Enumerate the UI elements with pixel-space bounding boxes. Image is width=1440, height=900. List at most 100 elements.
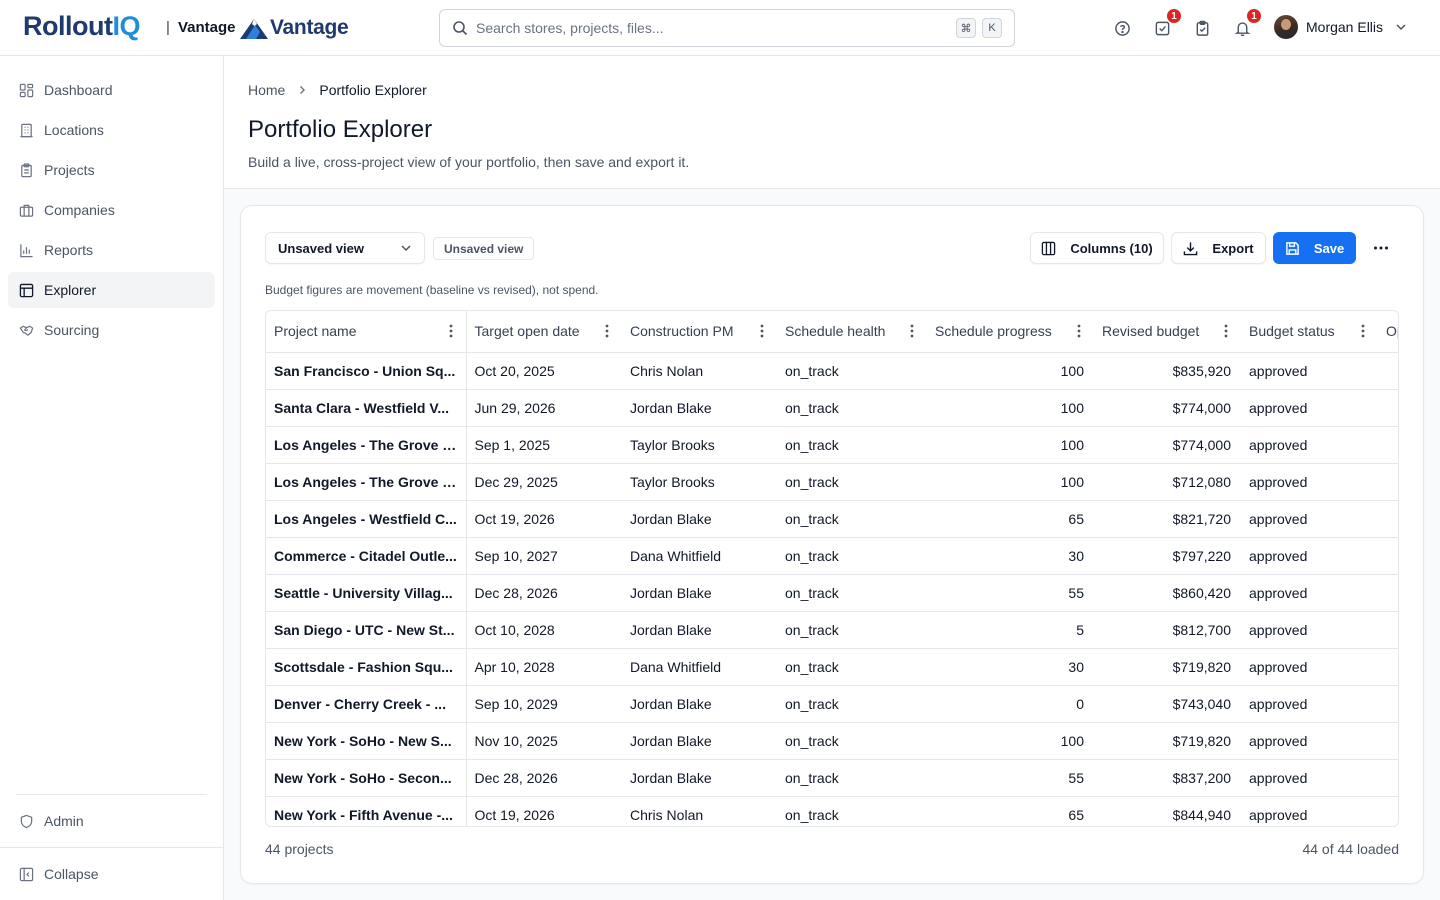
column-header-label: Schedule progress bbox=[935, 323, 1052, 340]
table-row[interactable]: New York - SoHo - Secon... Dec 28, 2026 Jo… bbox=[266, 759, 1398, 797]
project-name-cell[interactable]: Santa Clara - Westfield V... bbox=[266, 389, 467, 427]
budget-status-cell: approved bbox=[1241, 389, 1378, 427]
target-open-date-cell: Sep 10, 2027 bbox=[466, 537, 622, 575]
table-row[interactable]: New York - SoHo - New S... Nov 10, 2025 Jo… bbox=[266, 722, 1398, 760]
rolloutiq-logo[interactable]: RolloutIQ bbox=[23, 11, 140, 42]
table-row[interactable]: Los Angeles - The Grove -... Dec 29, 2025… bbox=[266, 463, 1398, 501]
column-menu-button[interactable] bbox=[600, 323, 614, 339]
schedule-progress-cell: 30 bbox=[927, 537, 1094, 575]
sidebar-item-dashboard[interactable]: Dashboard bbox=[8, 72, 215, 108]
export-label: Export bbox=[1212, 240, 1254, 256]
target-open-date-cell: Oct 19, 2026 bbox=[466, 500, 622, 538]
project-name-cell[interactable]: San Diego - UTC - New St... bbox=[266, 611, 467, 649]
project-name-cell[interactable]: Los Angeles - The Grove -... bbox=[266, 426, 467, 464]
sidebar-item-label: Locations bbox=[44, 122, 104, 138]
logo-main: Rollout bbox=[23, 11, 113, 41]
top-bar: RolloutIQ | Vantage Vantage ⌘ K 1 1 Morg… bbox=[0, 0, 1440, 56]
column-menu-button[interactable] bbox=[1072, 323, 1086, 339]
project-name-cell[interactable]: New York - Fifth Avenue -... bbox=[266, 796, 467, 826]
sidebar-item-sourcing[interactable]: Sourcing bbox=[8, 312, 215, 348]
table-row[interactable]: New York - Fifth Avenue -... Oct 19, 2026… bbox=[266, 796, 1398, 826]
construction-pm-cell: Taylor Brooks bbox=[622, 426, 777, 464]
save-label: Save bbox=[1313, 240, 1345, 256]
table-row[interactable]: Los Angeles - Westfield C... Oct 19, 2026… bbox=[266, 500, 1398, 538]
approvals-button[interactable] bbox=[1192, 18, 1212, 38]
column-header[interactable]: Project name bbox=[266, 311, 467, 353]
table-header-row: Project name Target open date Construction… bbox=[266, 311, 1398, 353]
table-row[interactable]: Santa Clara - Westfield V... Jun 29, 2026… bbox=[266, 389, 1398, 427]
project-name-cell[interactable]: Seattle - University Villag... bbox=[266, 574, 467, 612]
overflow-cell bbox=[1378, 611, 1398, 649]
construction-pm-cell: Jordan Blake bbox=[622, 759, 777, 797]
tenant-logo: Vantage bbox=[240, 14, 349, 42]
search-input[interactable] bbox=[476, 20, 950, 36]
budget-status-cell: approved bbox=[1241, 537, 1378, 575]
project-name-cell[interactable]: Los Angeles - Westfield C... bbox=[266, 500, 467, 538]
more-options-button[interactable] bbox=[1371, 238, 1391, 258]
column-menu-button[interactable] bbox=[1356, 323, 1370, 339]
column-menu-button[interactable] bbox=[1219, 323, 1233, 339]
sidebar-item-explorer[interactable]: Explorer bbox=[8, 272, 215, 308]
project-name-cell[interactable]: San Francisco - Union Sq... bbox=[266, 352, 467, 390]
project-name-cell[interactable]: New York - SoHo - New S... bbox=[266, 722, 467, 760]
table-row[interactable]: San Francisco - Union Sq... Oct 20, 2025 C… bbox=[266, 352, 1398, 390]
global-search[interactable]: ⌘ K bbox=[439, 9, 1015, 47]
dashboard-icon bbox=[18, 82, 34, 98]
project-name-cell[interactable]: Scottsdale - Fashion Squ... bbox=[266, 648, 467, 686]
project-name-cell[interactable]: Los Angeles - The Grove -... bbox=[266, 463, 467, 501]
column-header[interactable]: Budget status bbox=[1241, 311, 1378, 353]
schedule-health-cell: on_track bbox=[777, 426, 927, 464]
tasks-button[interactable]: 1 bbox=[1152, 8, 1182, 38]
project-name-cell[interactable]: Commerce - Citadel Outle... bbox=[266, 537, 467, 575]
column-header[interactable]: Schedule health bbox=[777, 311, 927, 353]
more-vertical-icon bbox=[760, 324, 764, 338]
column-header[interactable]: Op bbox=[1378, 311, 1398, 353]
column-header[interactable]: Revised budget bbox=[1094, 311, 1241, 353]
schedule-progress-cell: 100 bbox=[927, 389, 1094, 427]
breadcrumb-home[interactable]: Home bbox=[248, 82, 285, 98]
sidebar-item-companies[interactable]: Companies bbox=[8, 192, 215, 228]
notifications-button[interactable]: 1 bbox=[1232, 8, 1262, 38]
floppy-disk-icon bbox=[1285, 241, 1299, 255]
user-menu[interactable]: Morgan Ellis bbox=[1274, 15, 1407, 39]
revised-budget-cell: $844,940 bbox=[1094, 796, 1241, 826]
column-header[interactable]: Schedule progress bbox=[927, 311, 1094, 353]
tasks-badge: 1 bbox=[1166, 8, 1182, 24]
table-row[interactable]: Los Angeles - The Grove -... Sep 1, 2025 T… bbox=[266, 426, 1398, 464]
avatar bbox=[1274, 15, 1298, 39]
table-row[interactable]: Scottsdale - Fashion Squ... Apr 10, 2028 D… bbox=[266, 648, 1398, 686]
table-row[interactable]: San Diego - UTC - New St... Oct 10, 2028 J… bbox=[266, 611, 1398, 649]
target-open-date-cell: Sep 10, 2029 bbox=[466, 685, 622, 723]
explorer-grid: Project name Target open date Construction… bbox=[265, 310, 1399, 827]
export-button[interactable]: Export bbox=[1171, 232, 1266, 264]
table-row[interactable]: Commerce - Citadel Outle... Sep 10, 2027 D… bbox=[266, 537, 1398, 575]
sidebar-item-reports[interactable]: Reports bbox=[8, 232, 215, 268]
sidebar-collapse-button[interactable]: Collapse bbox=[8, 856, 215, 892]
mountain-logo-icon bbox=[240, 19, 268, 39]
column-menu-button[interactable] bbox=[905, 323, 919, 339]
brand-separator: | bbox=[166, 19, 170, 36]
column-header[interactable]: Construction PM bbox=[622, 311, 777, 353]
overflow-cell bbox=[1378, 796, 1398, 826]
project-name-cell[interactable]: Denver - Cherry Creek - ... bbox=[266, 685, 467, 723]
columns-button[interactable]: Columns (10) bbox=[1030, 232, 1164, 264]
sidebar-item-locations[interactable]: Locations bbox=[8, 112, 215, 148]
column-menu-button[interactable] bbox=[755, 323, 769, 339]
view-select[interactable]: Unsaved view bbox=[265, 232, 425, 264]
save-button[interactable]: Save bbox=[1273, 232, 1356, 264]
target-open-date-cell: Dec 28, 2026 bbox=[466, 759, 622, 797]
schedule-progress-cell: 30 bbox=[927, 648, 1094, 686]
sidebar-item-projects[interactable]: Projects bbox=[8, 152, 215, 188]
revised-budget-cell: $743,040 bbox=[1094, 685, 1241, 723]
target-open-date-cell: Dec 29, 2025 bbox=[466, 463, 622, 501]
column-header[interactable]: Target open date bbox=[466, 311, 622, 353]
schedule-progress-cell: 55 bbox=[927, 759, 1094, 797]
project-name-cell[interactable]: New York - SoHo - Secon... bbox=[266, 759, 467, 797]
table-row[interactable]: Denver - Cherry Creek - ... Sep 10, 2029 J… bbox=[266, 685, 1398, 723]
sidebar-item-admin[interactable]: Admin bbox=[8, 803, 215, 839]
more-horizontal-icon bbox=[1374, 246, 1388, 250]
logo-accent: IQ bbox=[112, 11, 140, 41]
column-menu-button[interactable] bbox=[444, 323, 458, 339]
help-button[interactable] bbox=[1112, 18, 1132, 38]
table-row[interactable]: Seattle - University Villag... Dec 28, 20… bbox=[266, 574, 1398, 612]
